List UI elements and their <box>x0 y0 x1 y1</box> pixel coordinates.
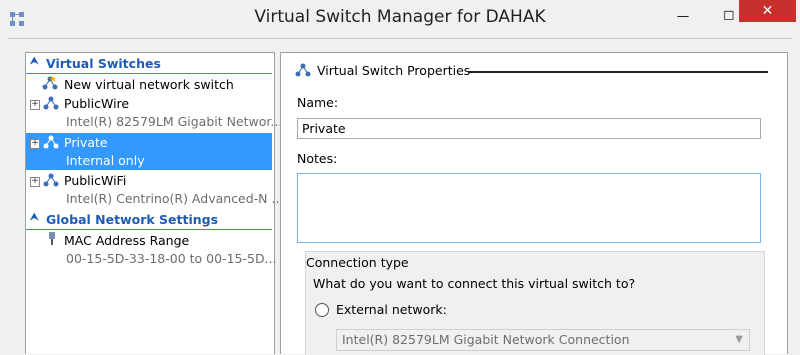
switch-name: PublicWiFi <box>64 173 127 188</box>
mac-range-label: MAC Address Range <box>64 233 190 248</box>
close-button[interactable]: ✕ <box>739 0 796 22</box>
network-switch-icon <box>43 96 59 110</box>
expand-icon[interactable]: + <box>30 177 40 187</box>
switch-name: Private <box>64 135 108 150</box>
switch-adapter: Intel(R) 82579LM Gigabit Networ... <box>66 114 283 129</box>
switch-list-pane: ⮝ Virtual Switches New virtual network s… <box>25 52 283 354</box>
maximize-icon: ☐ <box>723 7 735 23</box>
virtual-switches-header[interactable]: ⮝ Virtual Switches <box>26 54 272 74</box>
name-label: Name: <box>297 95 339 110</box>
new-switch-item[interactable]: New virtual network switch <box>26 75 272 93</box>
connection-type-label: Connection type <box>306 255 409 270</box>
new-switch-icon <box>42 76 58 90</box>
external-adapter-value: Intel(R) 82579LM Gigabit Network Connect… <box>342 332 630 347</box>
notes-field[interactable] <box>297 173 761 243</box>
switch-item-private[interactable]: + Private Internal only <box>26 133 272 170</box>
global-settings-label: Global Network Settings <box>46 212 219 227</box>
network-switch-icon <box>43 135 59 149</box>
mac-address-range-item[interactable]: MAC Address Range 00-15-5D-33-18-00 to 0… <box>26 231 277 269</box>
new-switch-label: New virtual network switch <box>64 77 234 92</box>
section-divider <box>468 71 768 73</box>
properties-pane: Virtual Switch Properties Name: Private … <box>280 52 788 355</box>
expand-icon[interactable]: + <box>30 100 40 110</box>
switch-adapter: Internal only <box>66 153 145 168</box>
external-network-label: External network: <box>336 302 447 317</box>
close-icon: ✕ <box>761 3 774 19</box>
connection-type-group: Connection type What do you want to conn… <box>305 251 765 355</box>
switch-item-publicwifi[interactable]: + PublicWiFi Intel(R) Centrino(R) Advanc… <box>26 171 283 209</box>
connection-question: What do you want to connect this virtual… <box>313 276 636 291</box>
minimize-icon: — <box>676 7 690 23</box>
global-settings-header[interactable]: ⮝ Global Network Settings <box>26 210 272 230</box>
switch-name: PublicWire <box>64 96 130 111</box>
mac-range-value: 00-15-5D-33-18-00 to 00-15-5D... <box>66 251 277 266</box>
external-network-radio[interactable] <box>315 303 329 317</box>
section-title: Virtual Switch Properties <box>317 63 471 78</box>
collapse-icon: ⮝ <box>30 212 39 223</box>
title-bar: Virtual Switch Manager for DAHAK — ☐ ✕ <box>0 0 800 38</box>
switch-adapter: Intel(R) Centrino(R) Advanced-N ... <box>66 191 284 206</box>
name-field[interactable]: Private <box>297 118 761 139</box>
external-adapter-select[interactable]: Intel(R) 82579LM Gigabit Network Connect… <box>336 329 750 351</box>
chevron-down-icon: ▼ <box>735 334 743 345</box>
virtual-switches-label: Virtual Switches <box>46 56 161 71</box>
network-switch-icon <box>295 63 311 77</box>
collapse-icon: ⮝ <box>30 56 39 67</box>
minimize-button[interactable]: — <box>660 0 706 30</box>
network-switch-icon <box>43 173 59 187</box>
expand-icon[interactable]: + <box>30 139 40 149</box>
switch-item-publicwire[interactable]: + PublicWire Intel(R) 82579LM Gigabit Ne… <box>26 94 282 132</box>
network-adapter-icon <box>49 232 55 245</box>
notes-label: Notes: <box>297 151 338 166</box>
